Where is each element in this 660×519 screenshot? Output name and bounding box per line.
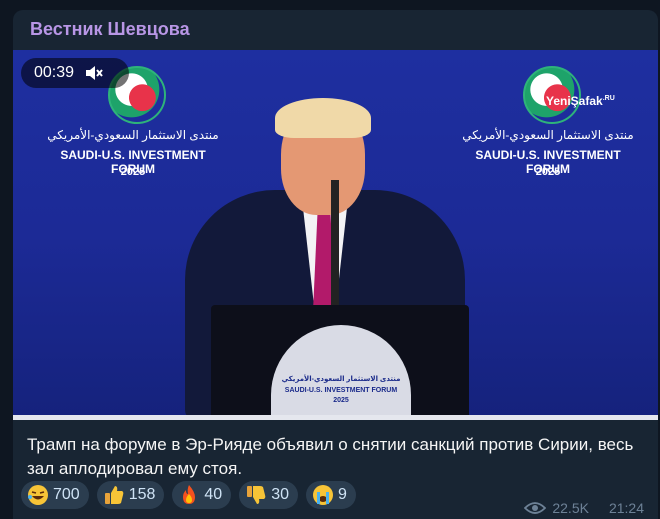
video-timer: 00:39 [34,64,75,81]
news-watermark: YeniŞafak.RU [546,94,615,108]
video-bottom-strip [13,415,658,420]
forum-logo-right: منتدى الاستثمار السعودي-الأمريكي SAUDI-U… [453,58,643,188]
reaction-count: 9 [338,486,347,503]
channel-name[interactable]: Вестник Шевцова [30,19,190,40]
reaction-thumbs-up[interactable]: 158 [96,481,165,509]
video-player[interactable]: منتدى الاستثمار السعودي-الأمريكي SAUDI-U… [13,50,658,420]
message-meta: 22.5K 21:24 [524,500,644,516]
podium: منتدى الاستثمار السعودي-الأمريكي SAUDI-U… [211,305,469,420]
eye-icon [524,502,547,514]
podium-year: 2025 [333,397,349,404]
forum-arabic-title: منتدى الاستثمار السعودي-الأمريكي [47,128,219,142]
crying-face-icon [313,485,333,505]
podium-english-title: SAUDI-U.S. INVESTMENT FORUM [284,387,398,394]
reaction-thumbs-down[interactable]: 30 [239,481,298,509]
reaction-rofl[interactable]: 700 [21,481,89,509]
fire-icon [183,485,196,504]
reaction-count: 30 [271,486,289,503]
muted-speaker-icon[interactable] [84,63,104,83]
message-time: 21:24 [608,500,644,516]
forum-arabic-title: منتدى الاستثمار السعودي-الأمريكي [462,128,634,142]
chat-view: Вестник Шевцова منتدى الاستثمار السعودي-… [0,0,660,519]
podium-logo: منتدى الاستثمار السعودي-الأمريكي SAUDI-U… [271,325,411,420]
reaction-count: 40 [204,486,223,503]
reaction-count: 158 [128,486,156,503]
forum-year: 2025 [120,166,146,178]
thumbs-up-icon [104,486,124,504]
thumbs-down-icon [247,486,266,504]
microphone [331,180,339,310]
reaction-count: 700 [53,486,80,503]
video-timer-pill[interactable]: 00:39 [21,58,129,88]
speaker-hair [275,98,371,138]
reaction-fire[interactable]: 40 [172,481,232,509]
forum-year: 2025 [535,166,561,178]
watermark-brand: YeniŞafak [546,94,603,108]
podium-arabic-title: منتدى الاستثمار السعودي-الأمريكي [281,376,401,383]
reaction-crying[interactable]: 9 [306,481,356,509]
reactions-bar: 700 158 40 30 9 [21,481,356,509]
message-text: Трамп на форуме в Эр-Рияде объявил о сня… [27,435,634,478]
rofl-emoji-icon [28,485,48,505]
watermark-suffix: .RU [602,95,615,102]
message-bubble: Вестник Шевцова منتدى الاستثمار السعودي-… [13,10,658,519]
view-count: 22.5K [552,500,589,516]
